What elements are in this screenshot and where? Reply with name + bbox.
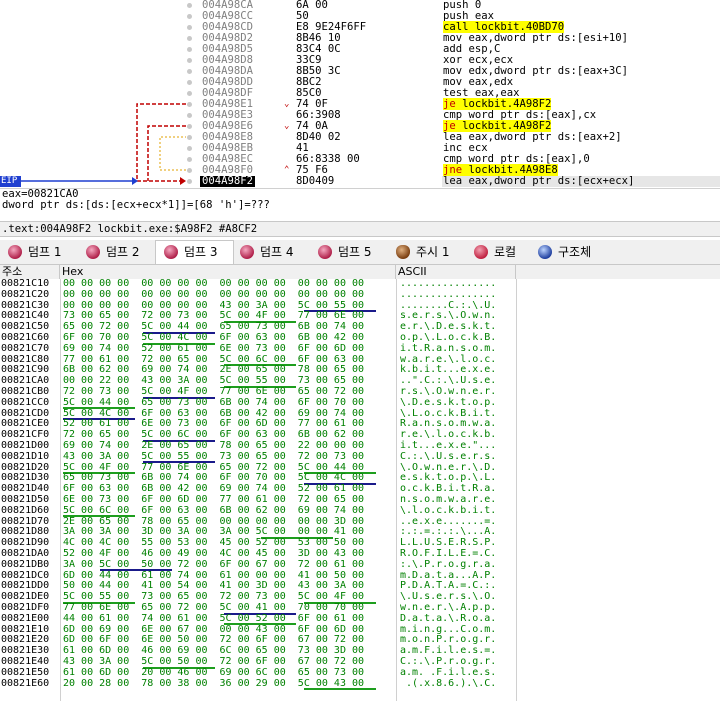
hex-address: 00821E00 <box>1 612 50 624</box>
disasm-row[interactable]: 004A98E1 ⌄ 74 0F je lockbit.4A98F2 <box>0 98 720 110</box>
disasm-row[interactable]: 004A98EB 41 inc ecx <box>0 143 720 154</box>
tab-label: 덤프 2 <box>106 245 140 259</box>
tab-덤프-2[interactable]: 덤프 2 <box>78 241 155 263</box>
disasm-row[interactable]: 004A98D2 8B46 10 mov eax,dword ptr ds:[esi… <box>0 33 720 44</box>
hex-row[interactable]: 00821E50 61 00 6D 00 20 00 46 00 69 00 6C… <box>0 666 720 679</box>
tab-label: 덤프 5 <box>338 245 372 259</box>
hex-ascii: \.D.e.s.k.t.o.p. <box>400 396 497 408</box>
breakpoint-dot-icon[interactable] <box>187 157 192 162</box>
tab-label: 덤프 4 <box>260 245 294 259</box>
disasm-instruction: lea eax,dword ptr ds:[ecx+ecx] <box>443 175 635 187</box>
dump-icon <box>240 245 254 259</box>
breakpoint-dot-icon[interactable] <box>187 146 192 151</box>
disasm-bytes: 8D0409 <box>296 175 335 187</box>
tab-구조체[interactable]: 구조체 <box>530 241 636 263</box>
column-hex[interactable]: Hex <box>60 265 396 279</box>
hex-bytes: 61 00 6D 00 20 00 46 00 69 00 6C 00 65 0… <box>63 666 365 678</box>
breakpoint-dot-icon[interactable] <box>187 124 192 129</box>
breakpoint-dot-icon[interactable] <box>187 58 192 63</box>
hex-address: 00821C70 <box>1 342 50 354</box>
hex-ascii: :.\.P.r.o.g.r.a. <box>400 558 497 570</box>
dump-tabs: 덤프 1 덤프 2 덤프 3 덤프 4 덤프 5 주시 1 로컬 구조체 <box>0 240 720 265</box>
breakpoint-dot-icon[interactable] <box>187 179 192 184</box>
disasm-row[interactable]: 004A98DF 85C0 test eax,eax <box>0 88 720 99</box>
disasm-row[interactable]: 004A98E8 8D40 02 lea eax,dword ptr ds:[eax… <box>0 132 720 143</box>
hex-address: 00821DB0 <box>1 558 50 570</box>
watch-icon <box>396 245 410 259</box>
hex-ascii: i.t.R.a.n.s.o.m. <box>400 342 497 354</box>
hex-ascii: D.a.t.a.\.R.o.a. <box>400 612 497 624</box>
hex-dump-view[interactable]: 00821C10 00 00 00 00 00 00 00 00 00 00 00… <box>0 279 720 701</box>
breakpoint-dot-icon[interactable] <box>187 102 192 107</box>
dump-icon <box>318 245 332 259</box>
string-underline <box>304 688 377 691</box>
hex-address: 00821D60 <box>1 504 50 516</box>
jump-direction-icon: ⌃ <box>284 165 290 175</box>
disasm-row[interactable]: 004A98DD 8BC2 mov eax,edx <box>0 77 720 88</box>
tab-덤프-5[interactable]: 덤프 5 <box>310 241 388 263</box>
breakpoint-dot-icon[interactable] <box>187 36 192 41</box>
breakpoint-dot-icon[interactable] <box>187 135 192 140</box>
disasm-row[interactable]: 004A98F2 8D0409 lea eax,dword ptr ds:[ecx+… <box>0 176 720 187</box>
tab-주시-1[interactable]: 주시 1 <box>388 241 466 263</box>
disasm-row[interactable]: 004A98DA 8B50 3C mov edx,dword ptr ds:[eax… <box>0 66 720 77</box>
hex-address: 00821CC0 <box>1 396 50 408</box>
dump-icon <box>86 245 100 259</box>
hex-ascii: .(.x.8.6.).\.C. <box>400 677 497 689</box>
breakpoint-dot-icon[interactable] <box>187 14 192 19</box>
hex-ascii: ................ <box>400 288 497 300</box>
hex-ascii: \.l.o.c.k.b.i.t. <box>400 504 497 516</box>
struct-icon <box>538 245 552 259</box>
hex-row[interactable]: 00821E00 44 00 61 00 74 00 61 00 5C 00 52… <box>0 612 720 625</box>
breakpoint-dot-icon[interactable] <box>187 80 192 85</box>
tab-덤프-1[interactable]: 덤프 1 <box>0 241 78 263</box>
disasm-row[interactable]: 004A98E3 66:3908 cmp word ptr ds:[eax],cx <box>0 110 720 121</box>
hex-address: 00821C20 <box>1 288 50 300</box>
breakpoint-dot-icon[interactable] <box>187 91 192 96</box>
dump-icon <box>8 245 22 259</box>
tab-label: 로컬 <box>494 245 517 259</box>
breakpoint-dot-icon[interactable] <box>187 69 192 74</box>
disasm-row[interactable]: 004A98D5 83C4 0C add esp,C <box>0 44 720 55</box>
breakpoint-dot-icon[interactable] <box>187 47 192 52</box>
jump-direction-icon: ⌄ <box>284 99 290 109</box>
disasm-address: 004A98F2 <box>200 175 256 187</box>
tab-label: 덤프 1 <box>28 245 62 259</box>
hex-ascii: C.:.\.U.s.e.r.s. <box>400 450 497 462</box>
info-panel: eax=00821CA0 dword ptr ds:[ds:[ecx+ecx*1… <box>0 188 720 221</box>
disasm-row[interactable]: 004A98CA 6A 00 push 0 <box>0 0 720 11</box>
tab-덤프-4[interactable]: 덤프 4 <box>232 241 310 263</box>
address-status-bar: .text:004A98F2 lockbit.exe:$A98F2 #A8CF2 <box>0 221 720 237</box>
tab-덤프-3[interactable]: 덤프 3 <box>155 240 234 265</box>
hex-address: 00821D10 <box>1 450 50 462</box>
tab-label: 주시 1 <box>416 245 450 259</box>
hex-bytes: 44 00 61 00 74 00 61 00 5C 00 52 00 6F 0… <box>63 612 365 624</box>
locals-icon <box>474 245 488 259</box>
tab-label: 구조체 <box>558 245 592 259</box>
disasm-row[interactable]: 004A98EC 66:8338 00 cmp word ptr ds:[eax],… <box>0 154 720 165</box>
hex-row[interactable]: 00821C20 00 00 00 00 00 00 00 00 00 00 00… <box>0 288 720 301</box>
tab-label: 덤프 3 <box>184 245 218 259</box>
breakpoint-dot-icon[interactable] <box>187 168 192 173</box>
column-address[interactable]: 주소 <box>0 265 60 279</box>
info-line-operand: dword ptr ds:[ds:[ecx+ecx*1]]=[68 'h']=?… <box>2 199 270 211</box>
hex-address: 00821E60 <box>1 677 50 689</box>
disassembly-view[interactable]: EIP 004A98CA 6A 00 push 0 004A98CC 50 push ea… <box>0 0 720 188</box>
hex-bytes: 00 00 00 00 00 00 00 00 00 00 00 00 00 0… <box>63 288 365 300</box>
hex-address: 00821E50 <box>1 666 50 678</box>
hex-header: 주소 Hex ASCII <box>0 264 720 280</box>
jump-direction-icon: ⌄ <box>284 121 290 131</box>
hex-row[interactable]: 00821D10 43 00 3A 00 5C 00 55 00 73 00 65… <box>0 450 720 463</box>
tab-로컬[interactable]: 로컬 <box>466 241 530 263</box>
hex-row[interactable]: 00821C70 69 00 74 00 52 00 61 00 6E 00 73… <box>0 342 720 355</box>
breakpoint-dot-icon[interactable] <box>187 25 192 30</box>
dump-icon <box>164 245 178 259</box>
hex-bytes: 69 00 74 00 52 00 61 00 6E 00 73 00 6F 0… <box>63 342 365 354</box>
breakpoint-dot-icon[interactable] <box>187 3 192 8</box>
hex-ascii: a.m. .F.i.l.e.s. <box>400 666 497 678</box>
column-ascii[interactable]: ASCII <box>396 265 516 279</box>
breakpoint-dot-icon[interactable] <box>187 113 192 118</box>
